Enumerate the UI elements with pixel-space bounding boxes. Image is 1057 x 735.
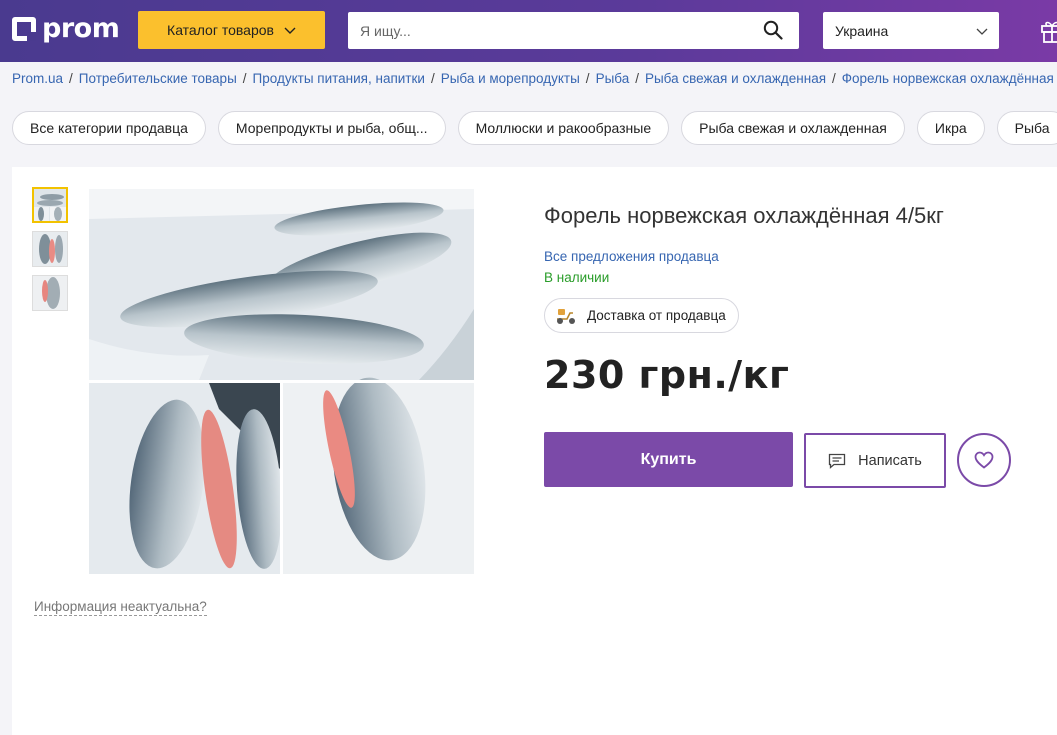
breadcrumb-separator: / [242, 71, 247, 86]
category-chip[interactable]: Рыба [996, 111, 1057, 145]
outdated-info-link[interactable]: Информация неактуальна? [34, 599, 207, 616]
breadcrumb-item[interactable]: Продукты питания, напитки [253, 71, 425, 86]
delivery-badge[interactable]: Доставка от продавца [544, 298, 739, 333]
thumbnail-list [32, 187, 68, 319]
write-seller-label: Написать [858, 452, 922, 469]
search-input[interactable] [348, 12, 748, 49]
breadcrumb-separator: / [430, 71, 435, 86]
search-icon[interactable] [763, 20, 783, 40]
category-chip[interactable]: Рыба свежая и охлажденная [681, 111, 905, 145]
region-value: Украина [835, 22, 889, 39]
prom-logo-icon [12, 17, 36, 41]
breadcrumb-separator: / [585, 71, 590, 86]
breadcrumb-item[interactable]: Prom.ua [12, 71, 63, 86]
gift-icon[interactable] [1040, 18, 1057, 44]
product-main-image[interactable] [89, 189, 474, 574]
search-box [348, 12, 799, 49]
delivery-label: Доставка от продавца [587, 308, 726, 323]
product-thumbnail[interactable] [32, 275, 68, 311]
seller-category-chips: Все категории продавца Морепродукты и ры… [12, 111, 1057, 145]
breadcrumb-separator: / [832, 71, 836, 86]
product-thumbnail[interactable] [32, 187, 68, 223]
prom-logo[interactable]: prom [12, 13, 120, 44]
chevron-down-icon [284, 27, 296, 34]
catalog-button[interactable]: Каталог товаров [138, 11, 325, 49]
breadcrumb: Prom.ua / Потребительские товары / Продукты … [12, 71, 1057, 86]
availability-status: В наличии [544, 270, 610, 285]
product-thumbnail[interactable] [32, 231, 68, 267]
breadcrumb-item[interactable]: Потребительские товары [79, 71, 237, 86]
catalog-button-label: Каталог товаров [167, 22, 274, 38]
category-chip[interactable]: Моллюски и ракообразные [457, 111, 670, 145]
seller-offers-link[interactable]: Все предложения продавца [544, 249, 719, 264]
breadcrumb-item[interactable]: Рыба свежая и охлажденная [645, 71, 826, 86]
breadcrumb-item[interactable]: Рыба и морепродукты [441, 71, 580, 86]
logo-text: prom [42, 13, 120, 44]
fish-photo-thumbnail [33, 276, 67, 310]
breadcrumb-item[interactable]: Рыба [596, 71, 630, 86]
breadcrumb-separator: / [69, 71, 73, 86]
product-price: 230 грн./кг [544, 353, 790, 397]
category-chip[interactable]: Морепродукты и рыба, общ... [217, 111, 446, 145]
favorite-button[interactable] [957, 433, 1011, 487]
category-chip[interactable]: Все категории продавца [12, 111, 206, 145]
breadcrumb-separator: / [635, 71, 639, 86]
fish-photo-thumbnail [33, 232, 67, 266]
message-icon [829, 453, 846, 469]
header: prom Каталог товаров Украина [0, 0, 1057, 62]
product-title: Форель норвежская охлаждённая 4/5кг [544, 203, 944, 228]
category-chip[interactable]: Икра [916, 111, 985, 145]
write-seller-button[interactable]: Написать [804, 433, 946, 488]
chevron-down-icon [976, 28, 988, 35]
region-select[interactable]: Украина [823, 12, 999, 49]
delivery-scooter-icon [557, 308, 575, 324]
buy-button[interactable]: Купить [544, 432, 793, 487]
heart-icon [974, 451, 994, 469]
product-card: Информация неактуальна? Форель норвежска… [12, 167, 1057, 735]
breadcrumb-item[interactable]: Форель норвежская охлаждённая 4/5кг [842, 71, 1057, 86]
fish-photo-thumbnail [34, 189, 66, 221]
